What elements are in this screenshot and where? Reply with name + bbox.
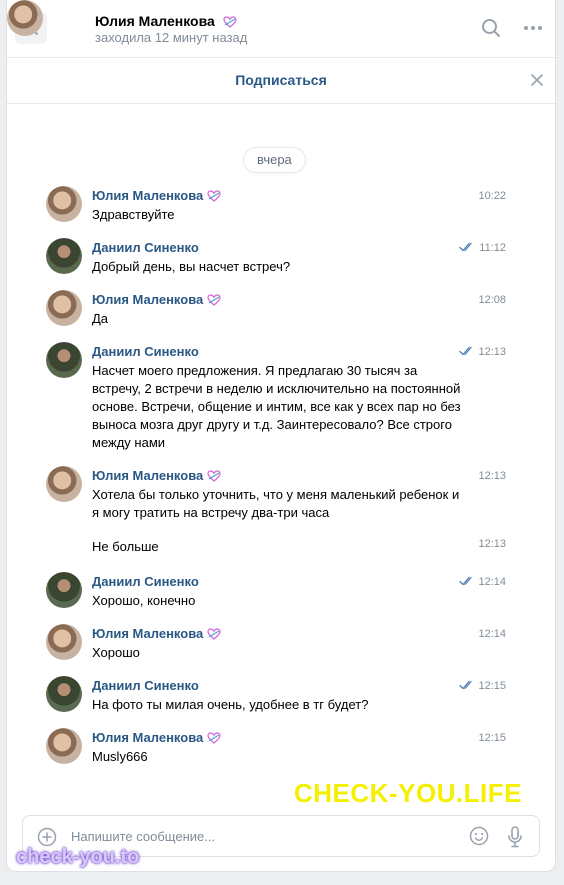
message-author[interactable]: Даниил Синенко bbox=[92, 344, 199, 359]
message-author[interactable]: Юлия Маленкова bbox=[92, 468, 203, 483]
message-author-wrap[interactable]: Даниил Синенко bbox=[92, 678, 199, 693]
message-time: 12:13 bbox=[478, 470, 506, 482]
message-author-wrap[interactable]: Юлия Маленкова bbox=[92, 292, 221, 307]
subscribe-link[interactable]: Подписаться bbox=[7, 72, 555, 88]
message-time: 12:15 bbox=[478, 732, 506, 744]
message-text: Хорошо, конечно bbox=[92, 593, 196, 608]
watermark-big: CHECK-YOU.LIFE bbox=[294, 778, 522, 808]
message-text: Насчет моего предложения. Я предлагаю 30… bbox=[92, 363, 461, 450]
message-text: Не больше bbox=[92, 539, 159, 554]
heart-status-icon bbox=[207, 190, 221, 202]
heart-status-icon bbox=[207, 628, 221, 640]
message-author[interactable]: Юлия Маленкова bbox=[92, 730, 203, 745]
subscribe-close-button[interactable] bbox=[531, 73, 543, 91]
message-text: Musly666 bbox=[92, 749, 148, 764]
message-time: 12:13 bbox=[478, 346, 506, 358]
message-input[interactable]: Напишите сообщение... bbox=[71, 829, 215, 844]
emoji-button[interactable] bbox=[469, 826, 489, 851]
header-name[interactable]: Юлия Маленкова bbox=[95, 13, 215, 29]
message-author[interactable]: Юлия Маленкова bbox=[92, 292, 203, 307]
message-author[interactable]: Юлия Маленкова bbox=[92, 626, 203, 641]
message-text: Хотела бы только уточнить, что у меня ма… bbox=[92, 487, 460, 520]
header-name-wrap[interactable]: Юлия Маленкова bbox=[95, 13, 237, 29]
message-text: Хорошо bbox=[92, 645, 140, 660]
message-text: Здравствуйте bbox=[92, 207, 175, 222]
avatar[interactable] bbox=[46, 676, 82, 712]
message-author[interactable]: Юлия Маленкова bbox=[92, 188, 203, 203]
avatar[interactable] bbox=[46, 466, 82, 502]
message-author-wrap[interactable]: Юлия Маленкова bbox=[92, 626, 221, 641]
message-text: Да bbox=[92, 311, 109, 326]
message-author[interactable]: Даниил Синенко bbox=[92, 678, 199, 693]
emoji-icon bbox=[469, 826, 489, 846]
chat-header: Юлия Маленкова заходила 12 минут назад bbox=[7, 0, 555, 58]
read-checks-icon bbox=[459, 576, 472, 586]
message-author[interactable]: Даниил Синенко bbox=[92, 574, 199, 589]
message-author-wrap[interactable]: Юлия Маленкова bbox=[92, 468, 221, 483]
avatar[interactable] bbox=[46, 624, 82, 660]
more-button[interactable] bbox=[523, 18, 543, 43]
search-icon bbox=[482, 19, 500, 37]
message-author-wrap[interactable]: Даниил Синенко bbox=[92, 240, 199, 255]
header-status: заходила 12 минут назад bbox=[95, 30, 248, 45]
message-author-wrap[interactable]: Даниил Синенко bbox=[92, 344, 199, 359]
message-time: 12:14 bbox=[478, 628, 506, 640]
message-time: 12:13 bbox=[478, 538, 506, 550]
avatar[interactable] bbox=[46, 290, 82, 326]
search-button[interactable] bbox=[481, 18, 501, 43]
heart-status-icon bbox=[207, 294, 221, 306]
message-author[interactable]: Даниил Синенко bbox=[92, 240, 199, 255]
avatar[interactable] bbox=[7, 0, 43, 36]
watermark-small: check-you.to bbox=[16, 846, 140, 868]
close-icon bbox=[531, 74, 543, 86]
message-time: 11:12 bbox=[479, 242, 506, 254]
avatar[interactable] bbox=[46, 238, 82, 274]
message-author-wrap[interactable]: Юлия Маленкова bbox=[92, 730, 221, 745]
read-checks-icon bbox=[459, 346, 472, 356]
avatar[interactable] bbox=[46, 186, 82, 222]
message-time: 12:08 bbox=[478, 294, 506, 306]
message-time: 12:14 bbox=[478, 576, 506, 588]
heart-status-icon bbox=[207, 470, 221, 482]
avatar[interactable] bbox=[46, 728, 82, 764]
microphone-icon bbox=[508, 826, 522, 848]
more-icon bbox=[524, 26, 542, 30]
message-text: На фото ты милая очень, удобнее в тг буд… bbox=[92, 697, 369, 712]
avatar[interactable] bbox=[46, 572, 82, 608]
read-checks-icon bbox=[459, 242, 472, 252]
message-text: Добрый день, вы насчет встреч? bbox=[92, 259, 291, 274]
avatar[interactable] bbox=[46, 342, 82, 378]
message-author-wrap[interactable]: Юлия Маленкова bbox=[92, 188, 221, 203]
heart-status-icon bbox=[207, 732, 221, 744]
subscribe-bar: Подписаться bbox=[7, 58, 555, 104]
voice-button[interactable] bbox=[507, 826, 523, 853]
message-time: 12:15 bbox=[478, 680, 506, 692]
heart-status-icon bbox=[223, 16, 237, 28]
attach-plus-icon bbox=[37, 827, 57, 847]
message-time: 10:22 bbox=[478, 190, 506, 202]
date-divider: вчера bbox=[244, 148, 305, 172]
message-author-wrap[interactable]: Даниил Синенко bbox=[92, 574, 199, 589]
read-checks-icon bbox=[459, 680, 472, 690]
